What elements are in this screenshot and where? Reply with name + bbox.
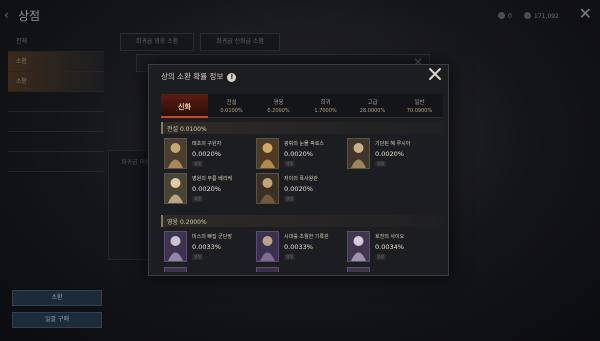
list-item[interactable] — [164, 267, 254, 272]
shop-close-icon[interactable]: ✕ — [579, 6, 592, 22]
sidebar-item-summon-2[interactable]: 소환 — [8, 72, 104, 92]
list-item[interactable]: 기던된 혜 루시아 0.0020% 영웅 — [347, 138, 437, 171]
sidebar-item-empty[interactable] — [8, 132, 104, 152]
popup-header: 상의 소환 확률 정보! — [149, 65, 448, 87]
coin-icon — [498, 12, 505, 19]
character-portrait — [164, 267, 187, 272]
character-portrait — [347, 267, 370, 272]
character-portrait — [256, 231, 279, 262]
character-portrait — [164, 173, 187, 204]
list-item[interactable] — [347, 267, 437, 272]
character-portrait — [256, 138, 279, 169]
popup-title: 상의 소환 확률 정보! — [161, 71, 237, 82]
tab-myth-summon[interactable]: 희귀급 신화급 소환 — [200, 33, 280, 51]
bulk-buy-button[interactable]: 일괄 구매 — [12, 312, 102, 328]
list-item[interactable]: 광휘의 눈물 픽로스 0.0020% 영웅 — [256, 138, 346, 171]
sidebar-item-empty[interactable] — [8, 92, 104, 112]
list-item[interactable]: 영원의 무릎 베리케 0.0020% 영웅 — [164, 173, 254, 206]
shop-title: 상점 — [18, 9, 41, 23]
resource-2: 171,092 — [524, 12, 559, 20]
info-icon[interactable]: ! — [227, 73, 237, 82]
shop-sidebar: 전체 소환 소환 — [8, 32, 104, 172]
list-item[interactable]: 태초의 구원자 0.0020% 영웅 — [164, 138, 254, 171]
tab-grade-hero[interactable]: 영웅 0.2000% — [255, 94, 302, 118]
tab-grade-normal[interactable]: 일반 70.0900% — [396, 94, 443, 118]
character-portrait — [347, 231, 370, 262]
summon-button[interactable]: 소환 — [12, 290, 102, 306]
character-portrait — [256, 173, 279, 204]
gem-icon — [524, 12, 531, 19]
close-icon[interactable] — [428, 67, 442, 81]
character-portrait — [164, 231, 187, 262]
sidebar-item-empty[interactable] — [8, 112, 104, 132]
section-header-legend: 전설 0.0100% — [161, 122, 443, 134]
tab-grade-myth[interactable]: 신화 — [161, 94, 208, 118]
background-topbar: ‹ 상점 0 171,092 ✕ — [0, 0, 600, 32]
list-item[interactable]: 미스의 빠집 군단장 0.0033% 영웅 — [164, 231, 254, 264]
back-icon[interactable]: ‹ — [4, 9, 14, 21]
section-header-hero: 영웅 0.2000% — [161, 215, 443, 227]
tab-grade-rare[interactable]: 희귀 1.7000% — [302, 94, 349, 118]
tab-grade-advanced[interactable]: 고급 28.0000% — [349, 94, 396, 118]
background-left-panel: 희귀급 이상 — [108, 150, 153, 260]
probability-list[interactable]: 전설 0.0100% 태초의 구원자 0.0020% 영웅 광휘의 눈물 픽로스… — [161, 122, 443, 272]
sidebar-item-summon[interactable]: 소환 — [8, 52, 104, 72]
sidebar-item-empty[interactable] — [8, 152, 104, 172]
probability-popup: 상의 소환 확률 정보! 신화 전설 0.0100% 영웅 0.2000% 희귀 1.… — [148, 64, 449, 276]
sidebar-item-all[interactable]: 전체 — [8, 32, 104, 52]
character-portrait — [164, 138, 187, 169]
list-item[interactable]: 저이의 폭사왕관 0.0020% 영웅 — [256, 173, 346, 206]
list-item[interactable] — [256, 267, 346, 272]
character-portrait — [256, 267, 279, 272]
tab-grade-legend[interactable]: 전설 0.0100% — [208, 94, 255, 118]
resource-1: 0 — [498, 12, 512, 20]
list-item[interactable]: 호천의 사이오 0.0034% 영웅 — [347, 231, 437, 264]
tab-hero-summon[interactable]: 희귀급 영웅 소환 — [120, 33, 194, 51]
grade-tabs: 신화 전설 0.0100% 영웅 0.2000% 희귀 1.7000% 고급 28.00… — [161, 94, 443, 118]
list-item[interactable]: 시대를 초월한 기록관 0.0033% 영웅 — [256, 231, 346, 264]
character-portrait — [347, 138, 370, 169]
